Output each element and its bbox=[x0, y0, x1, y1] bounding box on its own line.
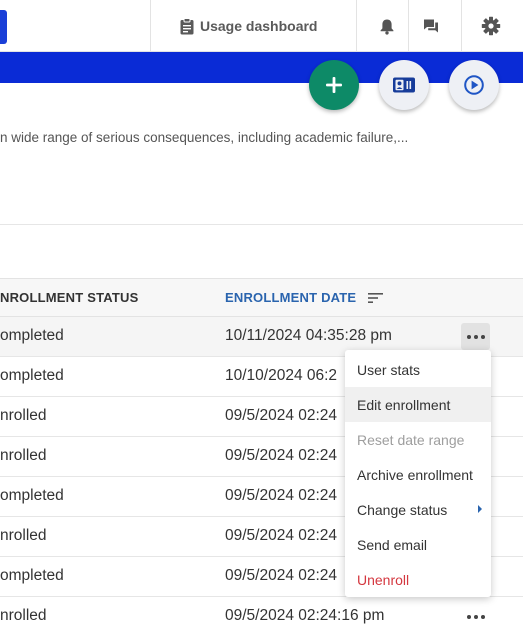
enrollment-status-cell: nrolled bbox=[0, 607, 47, 624]
menu-item-reset-date-range: Reset date range bbox=[345, 422, 491, 457]
table-header: NROLLMENT STATUS ENROLLMENT DATE bbox=[0, 278, 523, 317]
enrollment-date-cell: 09/5/2024 02:24:16 pm bbox=[225, 607, 385, 624]
menu-item-archive-enrollment[interactable]: Archive enrollment bbox=[345, 457, 491, 492]
enrollment-status-cell: nrolled bbox=[0, 407, 47, 424]
top-navigation-bar: Usage dashboard bbox=[0, 0, 523, 52]
enrollment-date-cell: 10/10/2024 06:2 bbox=[225, 367, 338, 384]
menu-item-unenroll[interactable]: Unenroll bbox=[345, 562, 491, 597]
chat-icon[interactable] bbox=[420, 15, 442, 37]
usage-dashboard-link[interactable]: Usage dashboard bbox=[180, 16, 317, 36]
id-card-icon bbox=[392, 76, 416, 94]
row-actions-button[interactable] bbox=[461, 603, 490, 624]
play-circle-icon bbox=[463, 74, 485, 96]
enrollment-status-cell: nrolled bbox=[0, 447, 47, 464]
nav-divider bbox=[408, 0, 409, 52]
bell-icon[interactable] bbox=[376, 15, 398, 37]
add-button[interactable] bbox=[309, 60, 359, 110]
nav-divider bbox=[150, 0, 151, 52]
enrollment-date-label: ENROLLMENT DATE bbox=[225, 290, 357, 305]
column-header-enrollment-status[interactable]: NROLLMENT STATUS bbox=[0, 290, 138, 305]
more-horizontal-icon bbox=[466, 614, 485, 619]
menu-item-user-stats[interactable]: User stats bbox=[345, 352, 491, 387]
enrollment-status-cell: ompleted bbox=[0, 367, 64, 384]
plus-icon bbox=[325, 76, 343, 94]
enrollments-page: Usage dashboard n wide range of serious … bbox=[0, 0, 523, 624]
row-actions-button[interactable] bbox=[461, 323, 490, 350]
enrollment-status-cell: ompleted bbox=[0, 327, 64, 344]
enrollment-date-cell: 09/5/2024 02:24 bbox=[225, 567, 338, 584]
menu-item-label: Reset date range bbox=[357, 431, 465, 448]
menu-item-change-status[interactable]: Change status bbox=[345, 492, 491, 527]
enrollment-status-cell: ompleted bbox=[0, 567, 64, 584]
menu-item-label: User stats bbox=[357, 361, 421, 378]
nav-divider bbox=[356, 0, 357, 52]
enrollment-status-cell: ompleted bbox=[0, 487, 64, 504]
row-actions-menu: User stats Edit enrollment Reset date ra… bbox=[345, 350, 491, 597]
enrollment-date-cell: 09/5/2024 02:24 bbox=[225, 447, 338, 464]
enrollment-status-cell: nrolled bbox=[0, 527, 47, 544]
id-card-button[interactable] bbox=[379, 60, 429, 110]
menu-item-label: Edit enrollment bbox=[357, 396, 451, 413]
page-header-band bbox=[0, 52, 523, 83]
enrollment-date-cell: 09/5/2024 02:24 bbox=[225, 487, 338, 504]
submenu-arrow-icon bbox=[478, 505, 482, 513]
menu-item-label: Archive enrollment bbox=[357, 466, 473, 483]
usage-dashboard-label: Usage dashboard bbox=[200, 18, 318, 34]
play-button[interactable] bbox=[449, 60, 499, 110]
enrollment-date-cell: 09/5/2024 02:24 bbox=[225, 527, 338, 544]
section-divider bbox=[0, 224, 523, 225]
menu-item-label: Change status bbox=[357, 501, 448, 518]
nav-divider bbox=[461, 0, 462, 52]
table-row[interactable]: nrolled 09/5/2024 02:24:16 pm bbox=[0, 597, 523, 624]
clipboard-icon bbox=[180, 17, 194, 35]
menu-item-edit-enrollment[interactable]: Edit enrollment bbox=[345, 387, 491, 422]
course-description: n wide range of serious consequences, in… bbox=[0, 130, 409, 145]
enrollment-date-cell: 09/5/2024 02:24 bbox=[225, 407, 338, 424]
menu-item-label: Send email bbox=[357, 536, 428, 553]
active-tab-indicator[interactable] bbox=[0, 10, 7, 44]
enrollment-date-cell: 10/11/2024 04:35:28 pm bbox=[225, 327, 392, 344]
more-horizontal-icon bbox=[466, 334, 485, 339]
sort-icon[interactable] bbox=[368, 292, 384, 304]
menu-item-label: Unenroll bbox=[357, 571, 410, 588]
gear-icon[interactable] bbox=[480, 15, 502, 37]
menu-item-send-email[interactable]: Send email bbox=[345, 527, 491, 562]
column-header-enrollment-date[interactable]: ENROLLMENT DATE bbox=[225, 290, 384, 305]
